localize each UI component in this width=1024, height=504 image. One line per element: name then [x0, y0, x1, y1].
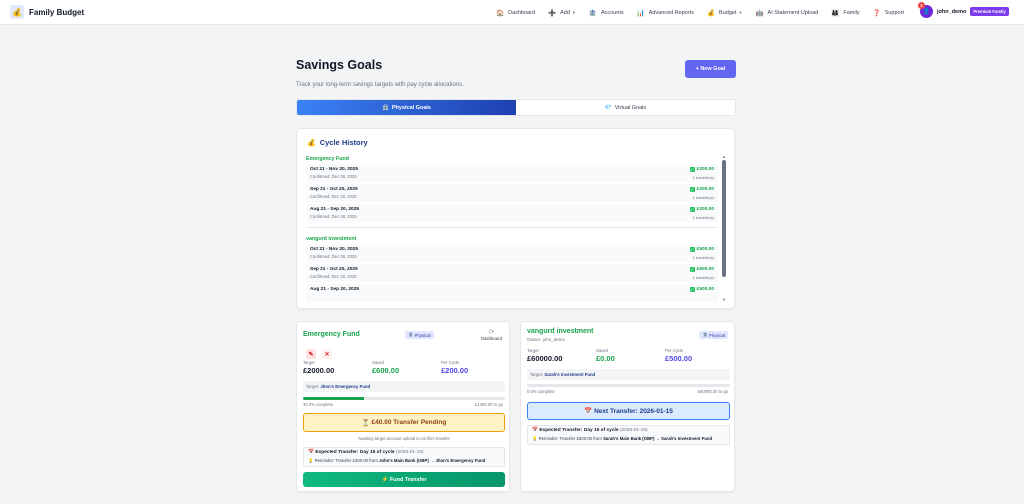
progress-fill: [303, 397, 364, 400]
saved-stat: Saved £600.00: [372, 360, 400, 375]
history-row: Oct 21 - Nov 20, 2025 Confirmed: Dec 28,…: [306, 244, 718, 262]
goal-owner: Owner: john_demo: [527, 337, 566, 342]
top-navbar: 💰 Family Budget 🏠 Dashboard ➕ Add ▼ 🏦 Accoun…: [0, 0, 1024, 25]
chart-icon: 📊: [636, 9, 645, 17]
dashboard-toggle[interactable]: ⟳ Dashboard: [481, 328, 502, 341]
bulb-icon: 💡: [532, 436, 538, 441]
remaining-text: £1400.00 to go: [475, 402, 503, 407]
edit-icon[interactable]: ✎: [306, 349, 316, 359]
nav-budget[interactable]: 💰 Budget ▼: [707, 9, 743, 17]
chevron-down-icon: ▼: [738, 10, 743, 15]
expected-transfer: 📅 Expected Transfer: Day 15 of cycle (20…: [303, 447, 505, 467]
history-group-name: vangurd investment: [306, 236, 357, 242]
goal-name: Emergency Fund: [303, 331, 360, 338]
check-icon: ✓: [689, 187, 695, 192]
nav-accounts[interactable]: 🏦 Accounts: [589, 9, 624, 17]
bank-icon: 🏦: [382, 104, 389, 111]
delete-icon[interactable]: ✕: [322, 349, 332, 359]
hourglass-icon: ⏳: [361, 419, 370, 427]
progress-text: 0.0% complete: [527, 389, 555, 394]
scroll-down-icon[interactable]: ▼: [722, 297, 726, 302]
wallet-icon: 💰: [10, 5, 24, 19]
divider: [306, 227, 718, 228]
history-row: Sep 21 - Oct 20, 2025 Confirmed: Dec 28,…: [306, 184, 718, 202]
progress-text: 30.0% complete: [303, 402, 334, 407]
tab-physical-goals[interactable]: 🏦 Physical Goals: [297, 100, 516, 115]
history-row: Aug 21 - Sep 20, 2025 ✓ £500.00: [306, 284, 718, 302]
fund-transfer-button[interactable]: ⚡ Fund Transfer: [303, 472, 505, 487]
cycle-history-card: 💰 Cycle History Emergency Fund Oct 21 - …: [296, 128, 735, 309]
target-stat: Target £2000.00: [303, 360, 335, 375]
gem-icon: 💎: [604, 104, 612, 111]
question-icon: ❓: [872, 9, 881, 17]
plus-icon: ➕: [548, 9, 557, 17]
new-goal-button[interactable]: + New Goal: [685, 60, 736, 78]
cycle-history-title: 💰 Cycle History: [307, 138, 368, 147]
home-icon: 🏠: [496, 9, 505, 17]
expected-transfer: 📅 Expected Transfer: Day 15 of cycle (20…: [527, 425, 730, 445]
goal-tabs: 🏦 Physical Goals 💎 Virtual Goals: [296, 99, 736, 116]
next-transfer-box: 📅 Next Transfer: 2026-01-15: [527, 402, 730, 420]
nav-ai-statement-upload[interactable]: 🤖 AI Statement Upload: [755, 9, 818, 17]
goal-type-badge: 🏦 Physical: [405, 331, 434, 339]
goal-name: vangurd investment: [527, 328, 594, 335]
nav-support[interactable]: ❓ Support: [873, 9, 904, 17]
remaining-text: £60000.00 to go: [697, 389, 728, 394]
history-row: Aug 21 - Sep 20, 2025 Confirmed: Dec 28,…: [306, 204, 718, 222]
pending-note: Awaiting target account upload to confir…: [357, 436, 451, 441]
progress-bar: [303, 397, 505, 400]
per-cycle-stat: Per Cycle £500.00: [665, 348, 693, 363]
saved-stat: Saved £0.00: [596, 348, 615, 363]
plan-badge: Premium Family: [970, 7, 1009, 16]
scroll-thumb[interactable]: [722, 160, 726, 277]
user-menu[interactable]: 👤 1 john_demo Premium Family: [918, 2, 1009, 18]
notification-badge: 1: [918, 2, 925, 9]
nav-menu: 🏠 Dashboard ➕ Add ▼ 🏦 Accounts 📊 Advanced Rep…: [496, 0, 917, 25]
nav-family[interactable]: 👨‍👩‍👧 Family: [831, 9, 859, 17]
bolt-icon: ⚡: [381, 476, 389, 483]
page-subtitle: Track your long-term savings targets wit…: [296, 82, 464, 88]
avatar[interactable]: 👤 1: [918, 2, 933, 18]
bulb-icon: 💡: [308, 458, 314, 463]
check-icon: ✓: [689, 167, 695, 172]
money-bag-icon: 💰: [307, 139, 316, 147]
history-row: Oct 21 - Nov 20, 2025 Confirmed: Dec 28,…: [306, 164, 718, 182]
check-icon: ✓: [689, 207, 695, 212]
goal-card-vangurd-investment: vangurd investment Owner: john_demo 🏦 Ph…: [520, 321, 735, 492]
nav-dashboard[interactable]: 🏠 Dashboard: [496, 9, 535, 17]
check-icon: ✓: [689, 247, 695, 252]
calendar-icon: 📅: [308, 450, 314, 455]
history-row: Sep 21 - Oct 20, 2025 Confirmed: Dec 28,…: [306, 264, 718, 282]
brand[interactable]: 💰 Family Budget: [10, 5, 84, 19]
target-account: Target: Sarah's Investment Fund: [527, 369, 730, 380]
calendar-icon: 📅: [532, 428, 538, 433]
refresh-icon: ⟳: [488, 329, 495, 336]
nav-add[interactable]: ➕ Add ▼: [548, 9, 576, 17]
goal-card-emergency-fund: Emergency Fund 🏦 Physical ⟳ Dashboard ✎ ✕…: [296, 321, 510, 492]
brand-name: Family Budget: [29, 7, 85, 17]
chevron-down-icon: ▼: [571, 10, 576, 15]
target-account: Target: Jhon's Emergency Fund: [303, 381, 505, 392]
history-group-name: Emergency Fund: [306, 156, 349, 162]
page-title: Savings Goals: [296, 58, 383, 72]
nav-advanced-reports[interactable]: 📊 Advanced Reports: [637, 9, 694, 17]
target-stat: Target £60000.00: [527, 348, 563, 363]
calendar-icon: 📅: [584, 408, 593, 415]
bank-icon: 🏦: [588, 9, 597, 17]
progress-bar: [527, 384, 730, 387]
username: john_demo: [937, 8, 967, 15]
goal-type-badge: 🏦 Physical: [699, 331, 728, 339]
check-icon: ✓: [689, 287, 695, 292]
check-icon: ✓: [689, 267, 695, 272]
family-icon: 👨‍👩‍👧: [831, 9, 840, 17]
transfer-pending-box: ⏳ £40.00 Transfer Pending: [303, 413, 505, 432]
per-cycle-stat: Per Cycle £200.00: [441, 360, 469, 375]
scrollbar[interactable]: ▲ ▼: [722, 154, 726, 302]
scroll-up-icon[interactable]: ▲: [722, 154, 726, 159]
robot-icon: 🤖: [755, 9, 764, 17]
money-bag-icon: 💰: [706, 9, 716, 17]
tab-virtual-goals[interactable]: 💎 Virtual Goals: [516, 100, 735, 115]
cycle-history-list[interactable]: Emergency Fund Oct 21 - Nov 20, 2025 Con…: [306, 154, 718, 302]
